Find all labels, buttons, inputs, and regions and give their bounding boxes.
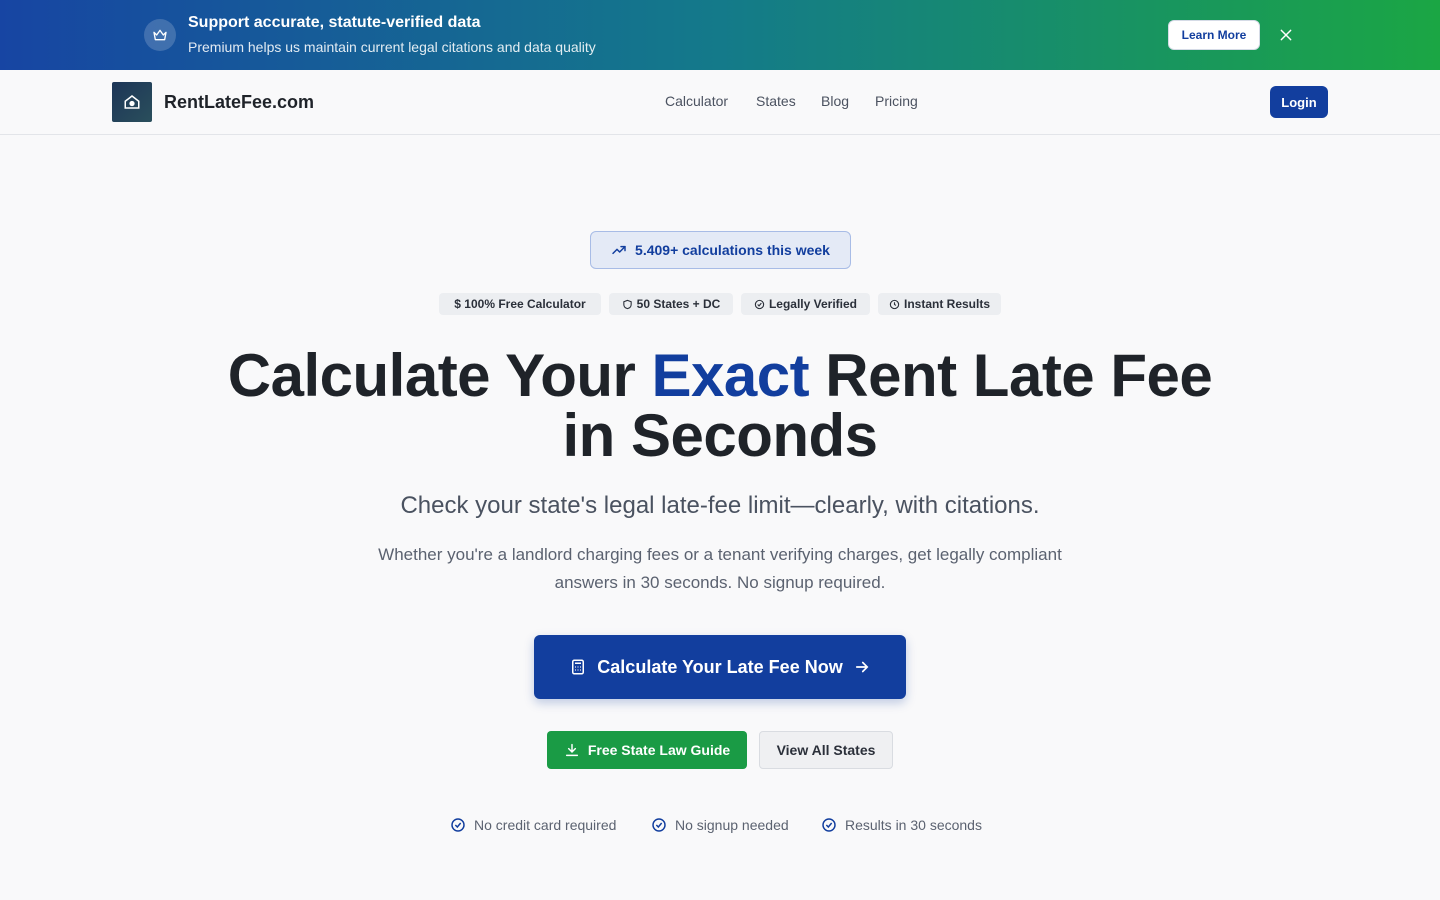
badge-instant: Instant Results — [878, 293, 1001, 315]
check-label: Results in 30 seconds — [845, 817, 982, 833]
hero-description: Whether you're a landlord charging fees … — [378, 545, 1062, 592]
check-circle-icon — [451, 818, 465, 832]
badge-verified-label: Legally Verified — [768, 297, 858, 311]
check-no-credit-card: No credit card required — [450, 817, 616, 833]
trending-up-icon — [612, 245, 626, 255]
check-no-signup: No signup needed — [651, 817, 789, 833]
hero-title: Calculate Your Exact Rent Late Fee in Se… — [220, 346, 1220, 466]
badge-free-label: $ 100% Free Calculator — [454, 297, 586, 311]
check-circle-icon — [652, 818, 666, 832]
nav-states[interactable]: States — [756, 93, 796, 109]
hero-subline: Check your state's legal late-fee limit—… — [400, 492, 1040, 519]
calculate-cta-label: Calculate Your Late Fee Now — [597, 656, 843, 677]
badge-states: 50 States + DC — [609, 293, 733, 315]
check-circle-icon — [754, 299, 765, 309]
weekly-stat-pill: 5.409+ calculations this week — [590, 231, 851, 269]
check-label: No signup needed — [675, 817, 789, 833]
arrow-right-icon — [855, 661, 869, 673]
check-circle-icon — [822, 818, 836, 832]
download-icon — [565, 743, 578, 757]
state-law-guide-button[interactable]: Free State Law Guide — [547, 731, 747, 769]
hero-title-accent: Exact — [651, 342, 810, 409]
close-icon[interactable] — [1276, 25, 1296, 45]
calculator-icon — [572, 659, 585, 675]
check-label: No credit card required — [474, 817, 617, 833]
crown-icon — [144, 19, 176, 51]
shield-icon — [622, 299, 632, 309]
weekly-stat-text: 5.409+ calculations this week — [635, 242, 830, 258]
promo-subtitle: Premium helps us maintain current legal … — [188, 39, 596, 55]
promo-banner: Support accurate, statute-verified data … — [0, 0, 1440, 70]
promo-title: Support accurate, statute-verified data — [188, 14, 481, 31]
badge-free: $ 100% Free Calculator — [439, 293, 601, 315]
learn-more-button[interactable]: Learn More — [1168, 20, 1260, 50]
logo[interactable] — [112, 82, 152, 122]
brand-name[interactable]: RentLateFee.com — [164, 92, 314, 113]
calculate-cta-button[interactable]: Calculate Your Late Fee Now — [534, 635, 906, 699]
view-all-states-button[interactable]: View All States — [759, 731, 893, 769]
site-header: RentLateFee.com Calculator States Blog P… — [0, 70, 1440, 135]
state-law-guide-label: Free State Law Guide — [587, 742, 731, 758]
badge-instant-label: Instant Results — [903, 297, 990, 311]
badge-verified: Legally Verified — [741, 293, 870, 315]
nav-pricing[interactable]: Pricing — [875, 93, 918, 109]
badge-states-label: 50 States + DC — [636, 297, 721, 311]
nav-calculator[interactable]: Calculator — [665, 93, 728, 109]
hero-title-part1: Calculate Your — [227, 342, 652, 409]
clock-icon — [889, 299, 900, 309]
nav-blog[interactable]: Blog — [821, 93, 849, 109]
check-results-30s: Results in 30 seconds — [821, 817, 982, 833]
login-button[interactable]: Login — [1270, 86, 1328, 118]
